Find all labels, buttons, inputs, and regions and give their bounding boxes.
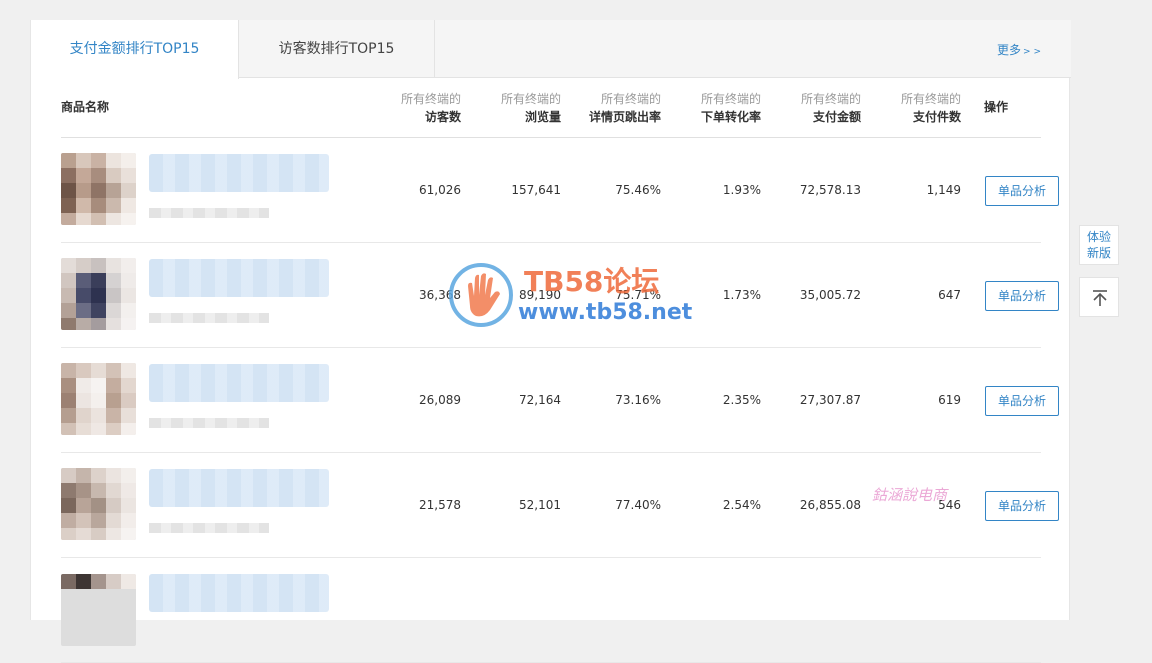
watermark-url: www.tb58.net — [518, 300, 693, 325]
header-pageviews-prefix: 所有终端的 — [500, 92, 561, 106]
product-thumbnail[interactable] — [61, 258, 136, 330]
cell-amount: 72,578.13 — [799, 183, 861, 197]
header-bounce-prefix: 所有终端的 — [600, 92, 661, 106]
product-meta-blurred — [149, 523, 269, 533]
cell-visitors: 61,026 — [419, 183, 461, 197]
product-title-blurred[interactable] — [149, 154, 329, 192]
more-label: 更多 — [997, 43, 1022, 57]
cell-visitors: 26,089 — [419, 393, 461, 407]
watermark-title: TB58论坛 — [524, 265, 660, 298]
header-bounce[interactable]: 所有终端的 详情页跳出率 — [561, 90, 661, 126]
arrow-up-to-top-icon — [1093, 290, 1107, 306]
single-analysis-button[interactable]: 单品分析 — [985, 386, 1059, 416]
header-visitors[interactable]: 所有终端的 访客数 — [361, 90, 461, 126]
header-bounce-label: 详情页跳出率 — [588, 110, 661, 124]
more-link[interactable]: 更多 > > — [997, 41, 1041, 58]
product-title-blurred[interactable] — [149, 364, 329, 402]
product-thumbnail[interactable] — [61, 574, 136, 646]
tab-visitors-top15[interactable]: 访客数排行TOP15 — [239, 20, 435, 78]
single-analysis-button[interactable]: 单品分析 — [985, 281, 1059, 311]
product-thumbnail[interactable] — [61, 363, 136, 435]
product-title-blurred[interactable] — [149, 469, 329, 507]
table-row: 61,026 157,641 75.46% 1.93% 72,578.13 1,… — [61, 138, 1059, 243]
try-new-line1: 体验 — [1086, 230, 1111, 244]
try-new-line2: 新版 — [1086, 246, 1111, 260]
cell-items: 1,149 — [926, 183, 961, 197]
cell-items: 647 — [938, 288, 961, 302]
watermark: TB58论坛 www.tb58.net — [448, 258, 708, 333]
product-title-blurred[interactable] — [149, 259, 329, 297]
header-product-name: 商品名称 — [61, 100, 110, 114]
cell-amount: 35,005.72 — [799, 288, 861, 302]
single-analysis-button[interactable]: 单品分析 — [985, 176, 1059, 206]
table-row: 21,578 52,101 77.40% 2.54% 26,855.08 546… — [61, 453, 1059, 558]
header-pageviews[interactable]: 所有终端的 浏览量 — [461, 90, 561, 126]
header-amount[interactable]: 所有终端的 支付金额 — [761, 90, 861, 126]
table-row — [61, 558, 1041, 663]
cell-amount: 26,855.08 — [799, 498, 861, 512]
more-arrow-icon: > > — [1023, 47, 1041, 57]
product-thumbnail[interactable] — [61, 468, 136, 540]
header-conversion-prefix: 所有终端的 — [700, 92, 761, 106]
header-items-label: 支付件数 — [912, 110, 961, 124]
cell-pageviews: 157,641 — [511, 183, 561, 197]
back-to-top-button[interactable] — [1079, 277, 1119, 317]
product-meta-blurred — [149, 313, 269, 323]
cell-visitors: 21,578 — [419, 498, 461, 512]
header-conversion[interactable]: 所有终端的 下单转化率 — [661, 90, 761, 126]
watermark-signature: 鈷涵說电商 — [872, 486, 948, 504]
header-amount-label: 支付金额 — [812, 110, 861, 124]
tab-payment-top15[interactable]: 支付金额排行TOP15 — [31, 20, 239, 79]
cell-items: 619 — [938, 393, 961, 407]
cell-bounce: 73.16% — [615, 393, 661, 407]
product-thumbnail[interactable] — [61, 153, 136, 225]
product-meta-blurred — [149, 208, 269, 218]
header-amount-prefix: 所有终端的 — [800, 92, 861, 106]
header-items[interactable]: 所有终端的 支付件数 — [861, 90, 961, 126]
cell-bounce: 75.46% — [615, 183, 661, 197]
single-analysis-button[interactable]: 单品分析 — [985, 491, 1059, 521]
cell-pageviews: 72,164 — [519, 393, 561, 407]
try-new-version-button[interactable]: 体验 新版 — [1079, 225, 1119, 265]
cell-visitors: 36,368 — [419, 288, 461, 302]
header-visitors-prefix: 所有终端的 — [400, 92, 461, 106]
cell-conversion: 2.35% — [722, 393, 761, 407]
cell-bounce: 77.40% — [615, 498, 661, 512]
palm-logo-icon — [449, 263, 513, 327]
header-visitors-label: 访客数 — [424, 110, 461, 124]
product-meta-blurred — [149, 418, 269, 428]
header-pageviews-label: 浏览量 — [524, 110, 561, 124]
cell-pageviews: 52,101 — [519, 498, 561, 512]
product-title-blurred[interactable] — [149, 574, 329, 612]
table-header: 商品名称 所有终端的 访客数 所有终端的 浏览量 所有终端的 详情页跳出率 所有… — [61, 78, 1041, 138]
header-action: 操作 — [983, 100, 1008, 114]
cell-conversion: 1.93% — [722, 183, 761, 197]
table-row: 26,089 72,164 73.16% 2.35% 27,307.87 619… — [61, 348, 1059, 453]
cell-conversion: 2.54% — [722, 498, 761, 512]
cell-amount: 27,307.87 — [799, 393, 861, 407]
tab-bar: 支付金额排行TOP15 访客数排行TOP15 更多 > > — [31, 20, 1071, 79]
header-items-prefix: 所有终端的 — [900, 92, 961, 106]
header-conversion-label: 下单转化率 — [700, 110, 761, 124]
